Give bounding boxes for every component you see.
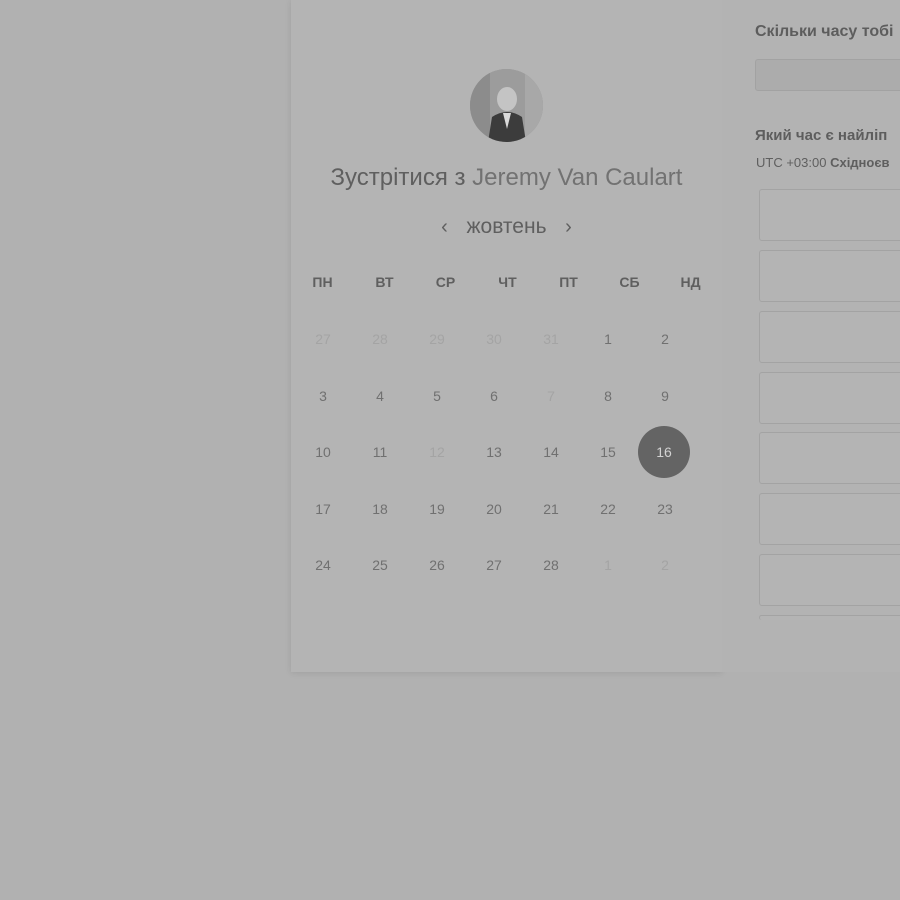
calendar-day[interactable]: 1	[582, 313, 634, 365]
calendar-day[interactable]: 18	[354, 483, 406, 535]
calendar-day: 30	[486, 331, 502, 347]
host-avatar	[470, 69, 543, 142]
calendar-day: 7	[547, 388, 555, 404]
weekday-label: СБ	[619, 274, 640, 290]
calendar-day[interactable]: 24	[297, 539, 349, 591]
title-prefix: Зустрітися з	[330, 164, 466, 191]
calendar-day[interactable]: 2	[639, 313, 691, 365]
calendar-day[interactable]: 17	[297, 483, 349, 535]
timezone-name: Східноєв	[830, 155, 890, 170]
calendar-day[interactable]: 5	[411, 370, 463, 422]
calendar-day[interactable]: 21	[525, 483, 577, 535]
calendar-day[interactable]: 6	[468, 370, 520, 422]
month-navigation: ‹ жовтень ›	[291, 212, 722, 242]
calendar-day[interactable]: 14	[525, 426, 577, 478]
calendar-day-selected[interactable]: 16	[638, 426, 690, 478]
timezone-label[interactable]: UTC +03:00 Східноєв	[756, 155, 890, 170]
weekday-header: ПН ВТ СР ЧТ ПТ СБ НД	[294, 274, 719, 294]
calendar-day[interactable]: 13	[468, 426, 520, 478]
weekday-label: ВТ	[375, 274, 394, 290]
next-month-chevron-icon[interactable]: ›	[561, 216, 577, 239]
time-question-label: Який час є найліп	[755, 127, 888, 144]
calendar-day[interactable]: 23	[639, 483, 691, 535]
prev-month-chevron-icon[interactable]: ‹	[436, 216, 452, 239]
weekday-label: НД	[680, 274, 701, 290]
calendar-day[interactable]: 11	[354, 426, 406, 478]
calendar-day: 28	[372, 331, 388, 347]
calendar-day[interactable]: 22	[582, 483, 634, 535]
calendar-day[interactable]: 10	[297, 426, 349, 478]
calendar-day: 27	[315, 331, 331, 347]
calendar-day[interactable]: 26	[411, 539, 463, 591]
calendar-day[interactable]: 8	[582, 370, 634, 422]
calendar-day[interactable]: 27	[468, 539, 520, 591]
weekday-label: ПН	[312, 274, 333, 290]
calendar-day[interactable]: 28	[525, 539, 577, 591]
calendar-day[interactable]: 25	[354, 539, 406, 591]
calendar-day: 1	[604, 557, 612, 573]
duration-select[interactable]	[755, 59, 900, 91]
time-slot-option[interactable]	[759, 615, 900, 620]
time-slot-option[interactable]	[759, 493, 900, 545]
calendar-day[interactable]: 20	[468, 483, 520, 535]
current-month-label: жовтень	[466, 215, 547, 238]
weekday-label: ЧТ	[498, 274, 517, 290]
calendar-day: 31	[543, 331, 559, 347]
time-slot-option[interactable]	[759, 554, 900, 606]
host-name: Jeremy Van Caulart	[472, 164, 683, 191]
calendar-day: 29	[429, 331, 445, 347]
calendar-day: 2	[661, 557, 669, 573]
calendar-day[interactable]: 4	[354, 370, 406, 422]
weekday-label: ПТ	[559, 274, 578, 290]
time-slot-option[interactable]	[759, 432, 900, 484]
calendar-day[interactable]: 9	[639, 370, 691, 422]
calendar-day: 12	[429, 444, 445, 460]
calendar-day[interactable]: 3	[297, 370, 349, 422]
time-slot-option[interactable]	[759, 311, 900, 363]
weekday-label: СР	[435, 274, 456, 290]
time-slot-option[interactable]	[759, 189, 900, 241]
calendar-day[interactable]: 19	[411, 483, 463, 535]
time-slot-option[interactable]	[759, 372, 900, 424]
timezone-offset: UTC +03:00	[756, 155, 827, 170]
calendar-day[interactable]: 15	[582, 426, 634, 478]
duration-question-label: Скільки часу тобі	[755, 23, 894, 40]
time-slot-option[interactable]	[759, 250, 900, 302]
page-title: Зустрітися з Jeremy Van Caulart	[291, 164, 722, 192]
